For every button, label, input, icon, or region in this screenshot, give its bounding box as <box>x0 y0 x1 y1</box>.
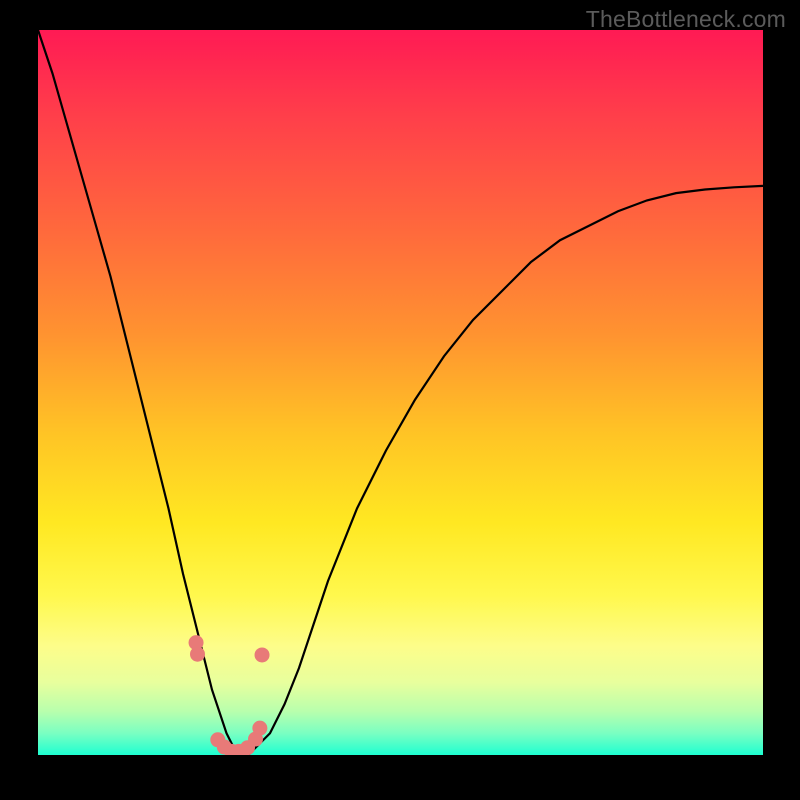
data-marker <box>210 732 225 747</box>
data-marker <box>189 635 204 650</box>
marker-group <box>189 635 270 755</box>
data-marker <box>255 647 270 662</box>
data-marker <box>190 647 205 662</box>
curve-layer <box>38 30 763 755</box>
plot-area <box>38 30 763 755</box>
data-marker <box>248 732 263 747</box>
bottleneck-curve <box>38 30 763 755</box>
chart-frame: TheBottleneck.com <box>0 0 800 800</box>
watermark-text: TheBottleneck.com <box>586 6 786 33</box>
data-marker <box>231 744 246 755</box>
data-marker <box>240 740 255 755</box>
data-marker <box>224 744 239 755</box>
data-marker <box>217 740 232 755</box>
data-marker <box>252 721 267 736</box>
